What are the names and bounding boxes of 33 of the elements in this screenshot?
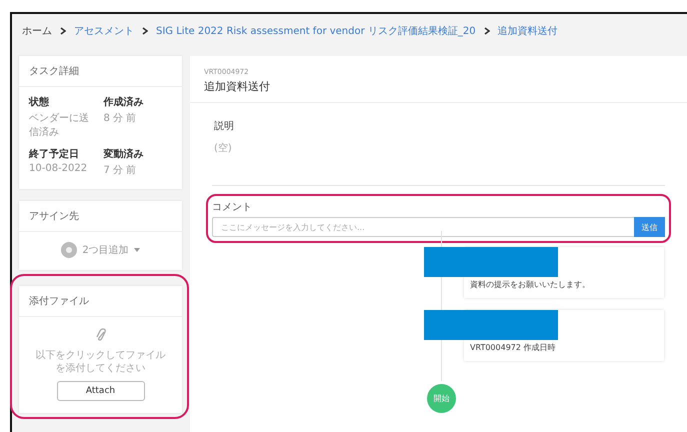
field-value: 8 分 前 bbox=[104, 112, 138, 125]
breadcrumb-link[interactable]: SIG Lite 2022 Risk assessment for vendor リスク評価結果検証_20 bbox=[156, 24, 476, 38]
card-title: タスク詳細 bbox=[19, 56, 182, 87]
attach-button[interactable]: Attach bbox=[56, 381, 144, 401]
caret-icon bbox=[134, 248, 140, 252]
card-title: アサイン先 bbox=[19, 201, 182, 232]
add-assignee-button[interactable]: 2つ目追加 bbox=[61, 242, 140, 258]
timeline-text: 資料の提示をお願いいたします。 bbox=[470, 279, 590, 290]
breadcrumb-link[interactable]: 追加資料送付 bbox=[498, 24, 558, 38]
chevron-icon bbox=[484, 27, 490, 35]
description-value: (空) bbox=[214, 142, 233, 155]
breadcrumb-item: ホーム bbox=[22, 25, 52, 38]
avatar-icon bbox=[61, 242, 78, 258]
breadcrumb-link[interactable]: アセスメント bbox=[74, 24, 134, 38]
timeline-text: VRT0004972 作成日時 bbox=[470, 342, 556, 353]
field-label: 終了予定日 bbox=[29, 147, 80, 161]
field-value: 10-08-2022 bbox=[29, 163, 88, 174]
start-badge: 開始 bbox=[427, 384, 456, 413]
field-value: ベンダーに送信済み bbox=[29, 112, 90, 139]
attach-hint: 以下をクリックしてファイルを添付してください bbox=[34, 349, 166, 375]
field-value: 7 分 前 bbox=[104, 164, 138, 177]
comment-label: コメント bbox=[212, 201, 253, 214]
field-label: 変動済み bbox=[104, 147, 144, 161]
chevron-icon bbox=[60, 27, 66, 35]
comment-field[interactable]: ここにメッセージを入力してください... bbox=[212, 217, 634, 237]
field-label: 作成済み bbox=[104, 95, 144, 109]
task-title: 追加資料送付 bbox=[204, 79, 271, 94]
send-button[interactable]: 送信 bbox=[634, 217, 665, 237]
chevron-icon bbox=[142, 27, 148, 35]
field-label: 状態 bbox=[29, 96, 50, 109]
card-title: 添付ファイル bbox=[19, 286, 182, 317]
paperclip-icon bbox=[94, 327, 106, 343]
description-label: 説明 bbox=[214, 120, 235, 133]
